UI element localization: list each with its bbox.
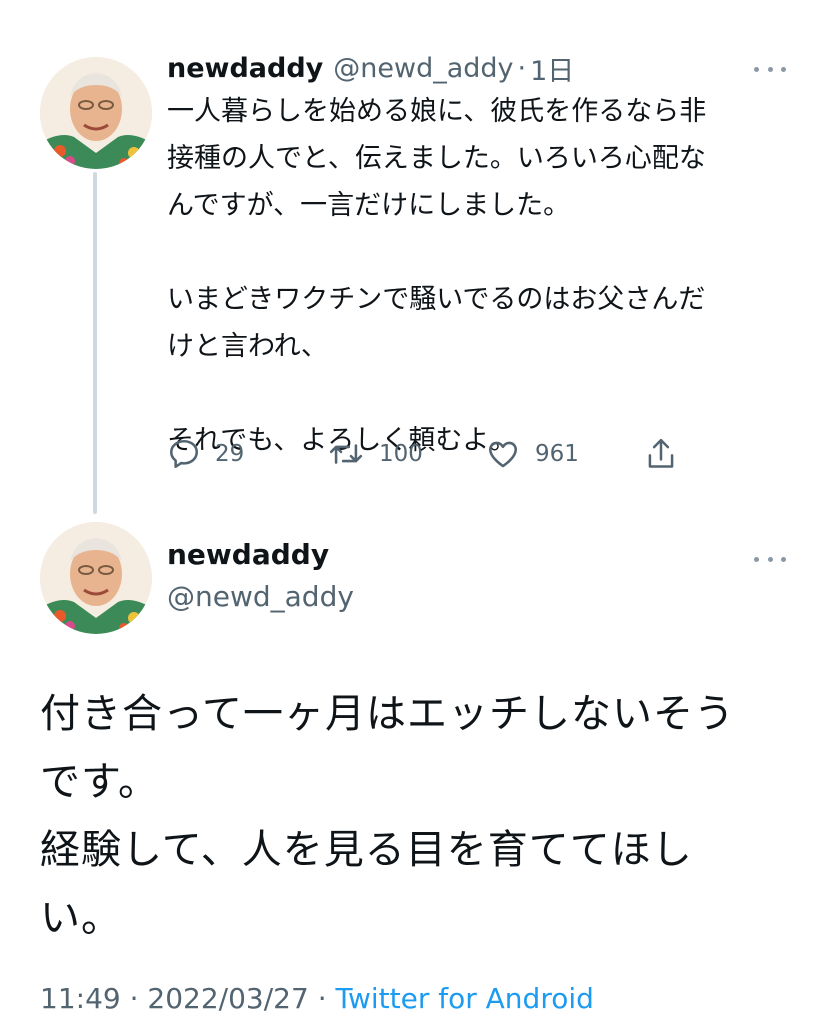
thread-connector-line — [93, 172, 97, 514]
reply-more-dots-icon[interactable] — [754, 63, 786, 75]
reply-count: 29 — [215, 441, 245, 467]
reply-header: newdaddy @newd_addy · 1日 — [167, 48, 574, 88]
main-tweet-text: 付き合って一ヶ月はエッチしないそう です。 経験して、人を見る目を育ててほし い… — [40, 680, 780, 952]
main-more-dots-icon[interactable] — [754, 553, 786, 565]
like-button[interactable]: 961 — [485, 434, 579, 474]
reply-action-bar: 29 100 961 — [167, 434, 687, 474]
reply-handle[interactable]: @newd_addy — [333, 53, 513, 84]
meta-separator: · — [308, 982, 336, 1015]
tweet-source-link[interactable]: Twitter for Android — [336, 982, 594, 1015]
reply-line: 一人暮らしを始める娘に、彼氏を作るなら非 — [167, 96, 707, 127]
retweet-button[interactable]: 100 — [327, 434, 423, 474]
reply-timestamp[interactable]: 1日 — [530, 49, 574, 88]
main-line: 経験して、人を見る目を育ててほし — [40, 827, 693, 873]
main-handle[interactable]: @newd_addy — [167, 580, 354, 613]
heart-icon — [485, 437, 521, 471]
like-count: 961 — [535, 441, 579, 467]
comment-bubble-icon — [167, 437, 201, 471]
reply-button[interactable]: 29 — [167, 434, 244, 474]
tweet-date[interactable]: 2022/03/27 — [147, 982, 308, 1015]
retweet-icon — [327, 437, 365, 471]
reply-display-name[interactable]: newdaddy — [167, 53, 323, 84]
reply-line: 接種の人でと、伝えました。いろいろ心配な — [167, 143, 706, 174]
reply-separator: · — [517, 52, 527, 84]
reply-line: んですが、一言だけにしました。 — [167, 190, 571, 221]
retweet-count: 100 — [379, 441, 423, 467]
main-line: い。 — [40, 895, 122, 941]
reply-avatar[interactable] — [40, 57, 152, 169]
reply-line: いまどきワクチンで騒いでるのはお父さんだ — [167, 284, 706, 315]
reply-text: 一人暮らしを始める娘に、彼氏を作るなら非 接種の人でと、伝えました。いろいろ心配… — [167, 88, 787, 464]
main-line: です。 — [40, 759, 159, 805]
tweet-time[interactable]: 11:49 — [40, 982, 121, 1015]
reply-line: けと言われ、 — [167, 331, 328, 362]
share-button[interactable] — [644, 434, 678, 474]
meta-separator: · — [120, 982, 148, 1015]
tweet-metadata: 11:49 · 2022/03/27 · Twitter for Android — [40, 982, 594, 1015]
main-line: 付き合って一ヶ月はエッチしないそう — [40, 691, 735, 737]
main-display-name[interactable]: newdaddy — [167, 538, 329, 571]
share-icon — [644, 436, 678, 472]
main-avatar[interactable] — [40, 522, 152, 634]
